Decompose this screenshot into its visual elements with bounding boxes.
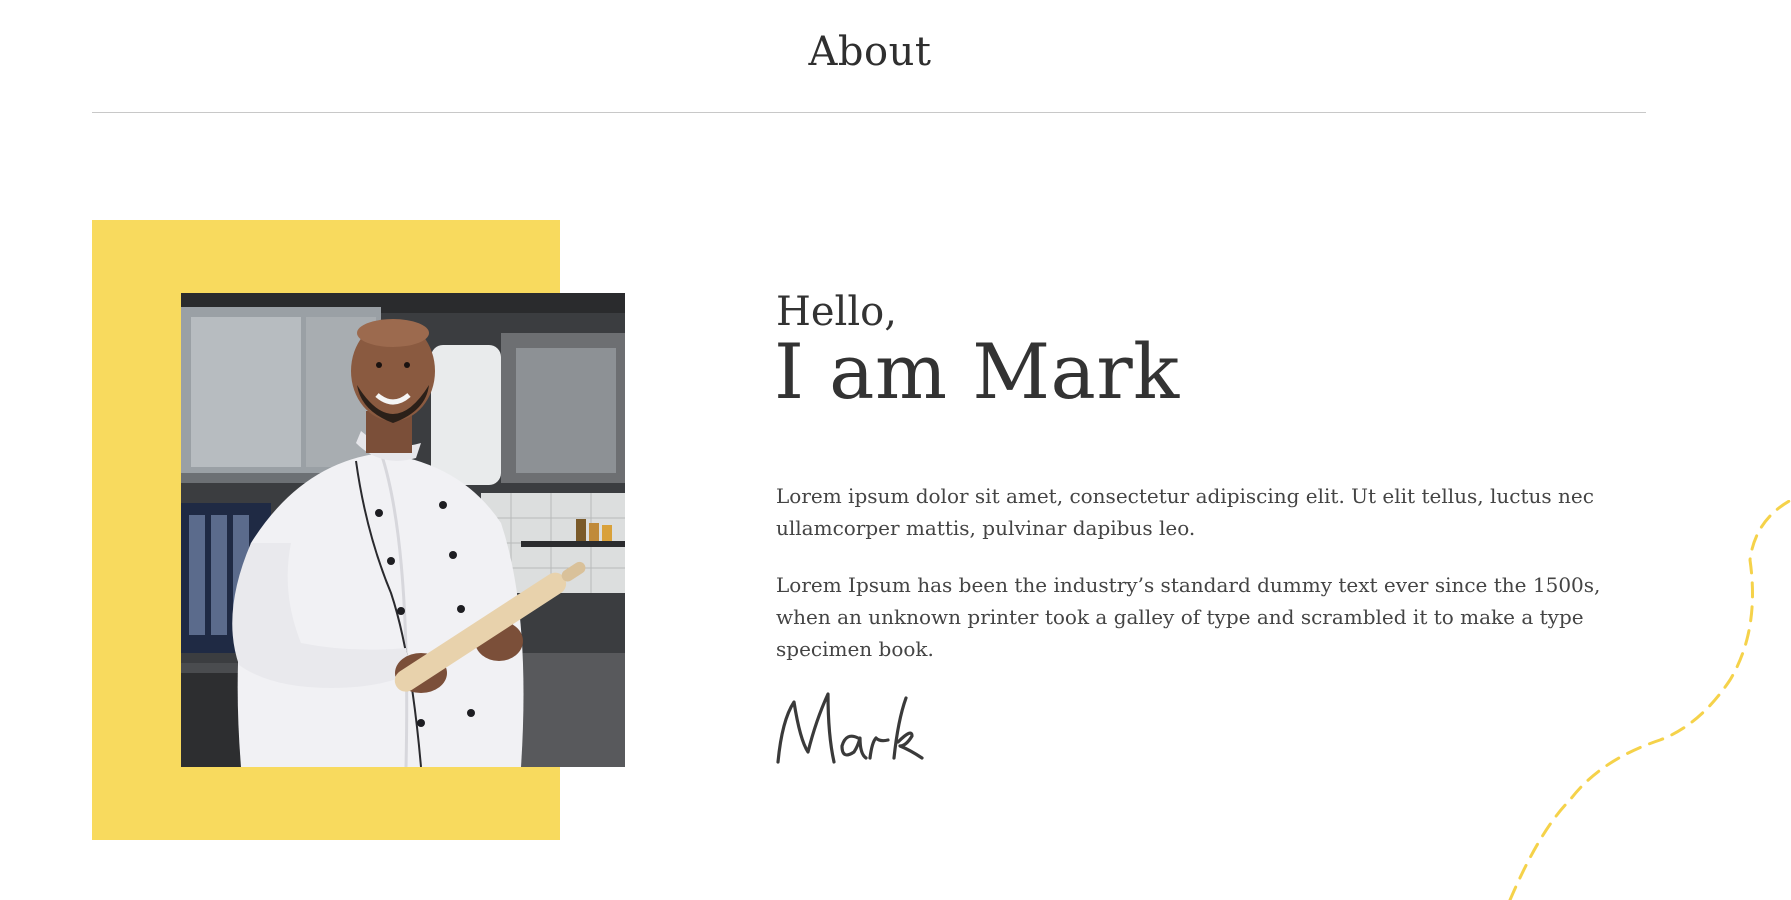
signature-mark (776, 692, 924, 764)
chef-photo (181, 293, 625, 767)
about-section: About Hello, I am Mark Lorem ipsum dolor… (0, 0, 1791, 900)
dashed-squiggle-decoration (1508, 500, 1791, 900)
name-heading: I am Mark (774, 327, 1180, 416)
page-title: About (808, 29, 932, 75)
title-divider (92, 112, 1646, 113)
